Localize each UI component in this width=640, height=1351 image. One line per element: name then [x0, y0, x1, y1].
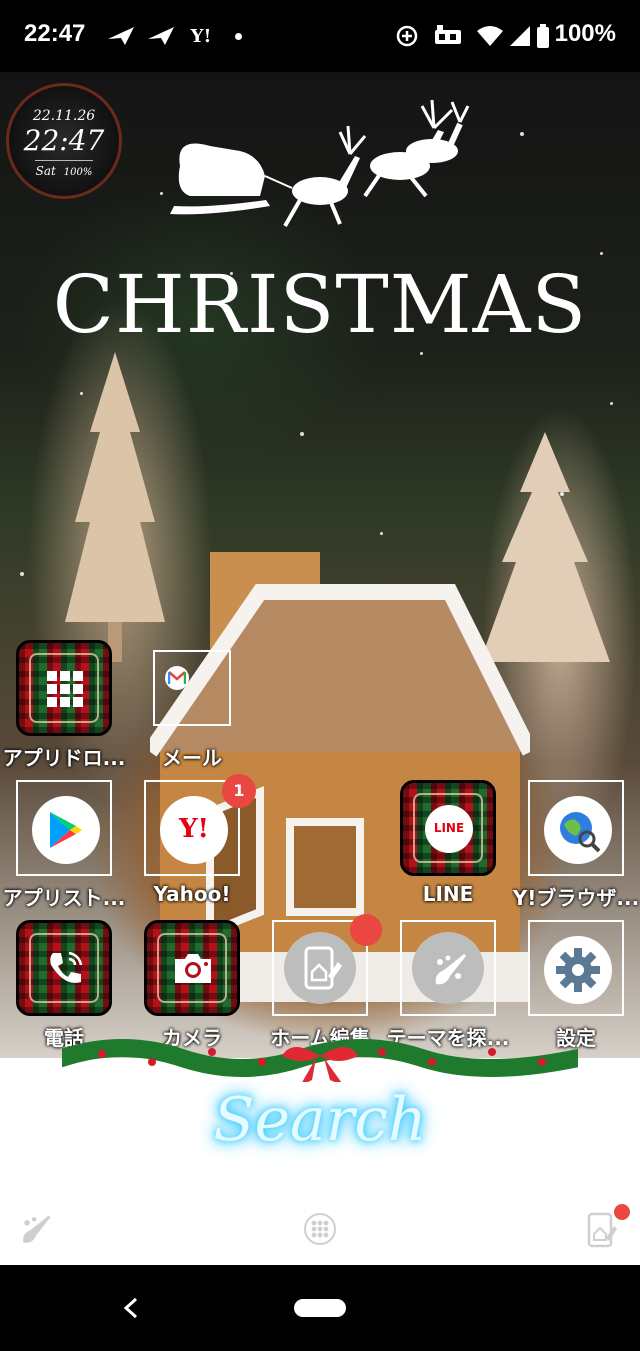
y-browser-app[interactable]: Y!ブラウザ... — [512, 780, 640, 912]
wallpaper-title: CHRISTMAS — [52, 258, 588, 351]
app-label: アプリスト... — [2, 886, 126, 910]
notification-dot — [350, 914, 382, 946]
app-label: Yahoo! — [153, 882, 231, 906]
theme-search-icon-frame — [400, 920, 496, 1016]
phone-icon-bg — [16, 920, 112, 1016]
yahoo-icon: Y! — [190, 25, 212, 47]
data-saver-icon — [394, 24, 420, 48]
signal-icon — [508, 24, 532, 48]
status-bar: 22:47 Y! 100% — [0, 0, 640, 72]
google-play-icon — [50, 812, 82, 848]
paper-plane-icon — [106, 24, 136, 48]
battery-percent: 100% — [554, 20, 616, 47]
globe-search-icon — [560, 812, 601, 853]
brush-icon — [435, 954, 466, 985]
clock-weekday: Sat — [35, 164, 56, 178]
mail-icon-frame — [153, 650, 231, 726]
mail-app[interactable]: メール — [128, 640, 256, 772]
clock-date: 22.11.26 — [32, 108, 96, 124]
app-drawer-shortcut[interactable]: アプリドロ... — [0, 640, 128, 772]
back-icon[interactable] — [122, 1297, 140, 1319]
gmail-icon — [168, 671, 186, 684]
sleigh-reindeer-silhouette — [170, 99, 470, 227]
clock-time: 22:47 — [23, 124, 105, 157]
app-store-icon-frame — [16, 780, 112, 876]
app-label: メール — [162, 746, 222, 770]
yahoo-icon: Y! — [179, 814, 209, 844]
grid-icon — [47, 671, 83, 707]
notification-dot — [614, 1204, 630, 1220]
search-widget[interactable]: Search — [200, 1085, 440, 1155]
vpn-icon — [432, 24, 464, 48]
wifi-icon — [476, 24, 504, 48]
status-time: 22:47 — [24, 20, 86, 47]
camera-icon — [175, 954, 211, 983]
app-label: LINE — [422, 882, 474, 906]
line-icon-bg: LINE — [400, 780, 496, 876]
phone-icon — [50, 951, 83, 983]
line-app[interactable]: LINE LINE — [384, 780, 512, 912]
settings-icon-frame — [528, 920, 624, 1016]
gear-icon — [556, 948, 600, 992]
home-pill-icon[interactable] — [294, 1299, 346, 1317]
app-drawer-dots-icon[interactable] — [304, 1213, 336, 1245]
notification-badge: 1 — [222, 774, 256, 808]
dot-icon — [232, 24, 244, 48]
home-edit-icon[interactable] — [586, 1210, 618, 1250]
yahoo-app[interactable]: Y! 1 Yahoo! — [128, 774, 256, 912]
app-store-shortcut[interactable]: アプリスト... — [0, 780, 128, 912]
line-icon-text: LINE — [433, 821, 465, 835]
home-edit-icon — [304, 946, 342, 990]
app-label: Y!ブラウザ... — [512, 886, 640, 910]
camera-icon-bg — [144, 920, 240, 1016]
paper-plane-icon — [146, 24, 176, 48]
navigation-bar — [0, 1265, 640, 1351]
battery-icon — [536, 24, 550, 48]
clock-widget[interactable]: 22.11.26 22:47 Sat 100% — [6, 83, 122, 199]
clock-divider — [35, 160, 93, 161]
clock-battery: 100% — [63, 167, 93, 178]
app-drawer-icon-bg — [16, 640, 112, 736]
dots-grid — [311, 1220, 329, 1238]
clock-footer: Sat 100% — [9, 164, 119, 178]
app-label: アプリドロ... — [2, 746, 126, 770]
brush-icon[interactable] — [18, 1212, 54, 1248]
y-browser-icon-frame — [528, 780, 624, 876]
holly-garland — [62, 1039, 578, 1082]
